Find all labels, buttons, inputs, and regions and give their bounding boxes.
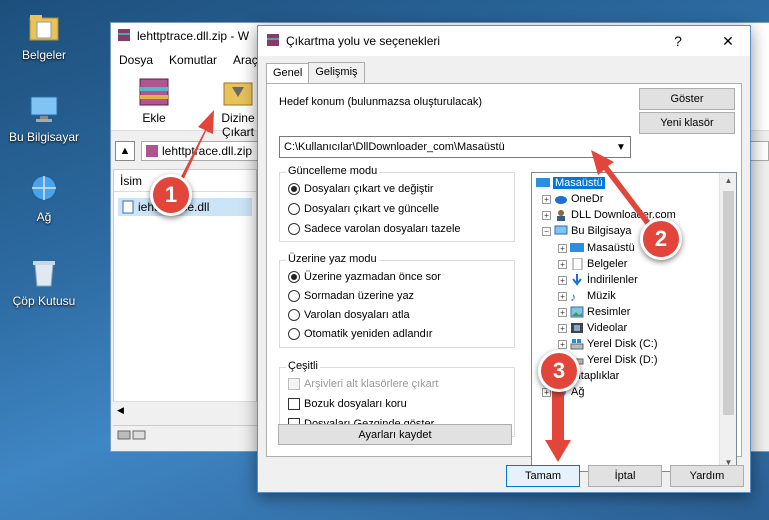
- annotation-arrows: [170, 110, 659, 462]
- step-badge-3: 3: [538, 350, 580, 392]
- step-badge-1: 1: [150, 174, 192, 216]
- arrow-step3: [545, 385, 571, 462]
- step-badge-2: 2: [640, 218, 682, 260]
